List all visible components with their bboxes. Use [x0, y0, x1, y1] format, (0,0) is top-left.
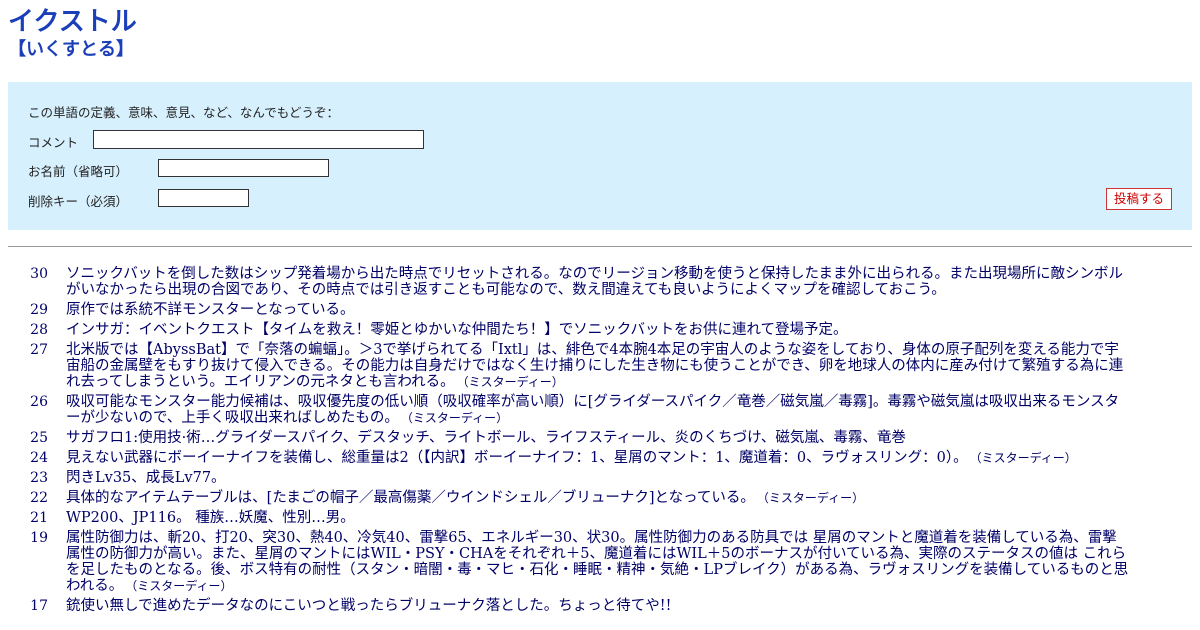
name-input[interactable] — [158, 159, 329, 177]
comment-entry: 25 サガフロ1:使用技·術…グライダースパイク、デスタッチ、ライトボール、ライ… — [0, 430, 1200, 446]
comment-number: 25 — [30, 430, 48, 446]
comment-author: （ミスターディー） — [406, 411, 509, 425]
comment-entry: 27 北米版では【AbyssBat】で「奈落の蝙蝠」。＞3で挙げられてる「Ixt… — [0, 342, 1200, 390]
comment-number: 27 — [30, 342, 48, 358]
comment-entry: 23 閃きLv35、成長Lv77。 — [0, 470, 1200, 486]
comment-entry: 26 吸収可能なモンスター能力候補は、吸収優先度の低い順（吸収確率が高い順）に[… — [0, 394, 1200, 426]
comment-text: 具体的なアイテムテーブルは、[たまごの帽子／最高傷薬／ウインドシェル／ブリューナ… — [66, 490, 755, 506]
comment-number: 26 — [30, 394, 48, 410]
comment-body: サガフロ1:使用技·術…グライダースパイク、デスタッチ、ライトボール、ライフステ… — [66, 430, 1130, 446]
delete-key-label: 削除キー（必須） — [28, 194, 129, 209]
comment-body: 北米版では【AbyssBat】で「奈落の蝙蝠」。＞3で挙げられてる「Ixtl」は… — [66, 342, 1130, 390]
comment-input[interactable] — [93, 130, 424, 149]
comment-list: 30 ソニックバットを倒した数はシップ発着場から出た時点でリセットされる。なので… — [0, 266, 1200, 618]
comment-number: 29 — [30, 302, 48, 318]
comment-body: 銃使い無しで進めたデータなのにこいつと戦ったらブリューナク落とした。ちょっと待て… — [66, 598, 1130, 614]
comment-number: 19 — [30, 530, 48, 546]
comment-entry: 24 見えない武器にボーイーナイフを装備し、総重量は2（【内訳】ボーイーナイフ：… — [0, 450, 1200, 466]
comment-text: 吸収可能なモンスター能力候補は、吸収優先度の低い順（吸収確率が高い順）に[グライ… — [66, 394, 1120, 426]
word-reading: 【いくすとる】 — [8, 39, 134, 60]
comment-body: 吸収可能なモンスター能力候補は、吸収優先度の低い順（吸収確率が高い順）に[グライ… — [66, 394, 1130, 426]
divider — [8, 246, 1192, 247]
comment-text: インサガ：イベントクエスト【タイムを救え！零姫とゆかいな仲間たち！】でソニックバ… — [66, 322, 848, 338]
comment-entry: 30 ソニックバットを倒した数はシップ発着場から出た時点でリセットされる。なので… — [0, 266, 1200, 298]
comment-text: WP200、JP116。 種族…妖魔、性別…男。 — [66, 510, 355, 526]
comment-number: 30 — [30, 266, 48, 282]
comment-text: 原作では系統不詳モンスターとなっている。 — [66, 302, 355, 318]
comment-text: 北米版では【AbyssBat】で「奈落の蝙蝠」。＞3で挙げられてる「Ixtl」は… — [66, 342, 1124, 390]
page-title: イクストル — [8, 7, 137, 37]
comment-number: 28 — [30, 322, 48, 338]
word-header: イクストル 【いくすとる】 — [8, 6, 137, 62]
comment-entry: 21 WP200、JP116。 種族…妖魔、性別…男。 — [0, 510, 1200, 526]
comment-author: （ミスターディー） — [462, 375, 564, 389]
comment-entry: 17 銃使い無しで進めたデータなのにこいつと戦ったらブリューナク落とした。ちょっ… — [0, 598, 1200, 614]
comment-text: 閃きLv35、成長Lv77。 — [66, 470, 226, 486]
comment-body: 原作では系統不詳モンスターとなっている。 — [66, 302, 1130, 318]
comment-entry: 28 インサガ：イベントクエスト【タイムを救え！零姫とゆかいな仲間たち！】でソニ… — [0, 322, 1200, 338]
comment-text: ソニックバットを倒した数はシップ発着場から出た時点でリセットされる。なのでリージ… — [66, 266, 1124, 298]
comment-number: 22 — [30, 490, 48, 506]
comment-label: コメント — [28, 135, 79, 150]
submit-button[interactable]: 投稿する — [1106, 188, 1172, 210]
comment-body: 閃きLv35、成長Lv77。 — [66, 470, 1130, 486]
comment-entry: 22 具体的なアイテムテーブルは、[たまごの帽子／最高傷薬／ウインドシェル／ブリ… — [0, 490, 1200, 506]
comment-text: 見えない武器にボーイーナイフを装備し、総重量は2（【内訳】ボーイーナイフ：1、星… — [66, 450, 968, 466]
comment-entry: 19 属性防御力は、斬20、打20、突30、熱40、冷気40、雷撃65、エネルギ… — [0, 530, 1200, 594]
comment-number: 24 — [30, 450, 48, 466]
comment-author: （ミスターディー） — [975, 451, 1077, 465]
name-label: お名前（省略可） — [28, 164, 129, 179]
comment-text: 銃使い無しで進めたデータなのにこいつと戦ったらブリューナク落とした。ちょっと待て… — [66, 598, 672, 614]
comment-entry: 29 原作では系統不詳モンスターとなっている。 — [0, 302, 1200, 318]
comment-body: WP200、JP116。 種族…妖魔、性別…男。 — [66, 510, 1130, 526]
comment-text: サガフロ1:使用技·術…グライダースパイク、デスタッチ、ライトボール、ライフステ… — [66, 430, 906, 446]
comment-body: 具体的なアイテムテーブルは、[たまごの帽子／最高傷薬／ウインドシェル／ブリューナ… — [66, 490, 1130, 506]
comment-number: 23 — [30, 470, 48, 486]
comment-author: （ミスターディー） — [762, 491, 865, 505]
comment-body: 属性防御力は、斬20、打20、突30、熱40、冷気40、雷撃65、エネルギー30… — [66, 530, 1130, 594]
comment-number: 21 — [30, 510, 48, 526]
comment-number: 17 — [30, 598, 48, 614]
comment-form: この単語の定義、意味、意見、など、なんでもどうぞ： コメント お名前（省略可） … — [8, 82, 1192, 230]
comment-body: 見えない武器にボーイーナイフを装備し、総重量は2（【内訳】ボーイーナイフ：1、星… — [66, 450, 1130, 466]
delete-key-input[interactable] — [158, 189, 249, 207]
form-prompt: この単語の定義、意味、意見、など、なんでもどうぞ： — [28, 105, 340, 120]
comment-author: （ミスターディー） — [131, 579, 233, 593]
comment-body: ソニックバットを倒した数はシップ発着場から出た時点でリセットされる。なのでリージ… — [66, 266, 1130, 298]
comment-body: インサガ：イベントクエスト【タイムを救え！零姫とゆかいな仲間たち！】でソニックバ… — [66, 322, 1130, 338]
